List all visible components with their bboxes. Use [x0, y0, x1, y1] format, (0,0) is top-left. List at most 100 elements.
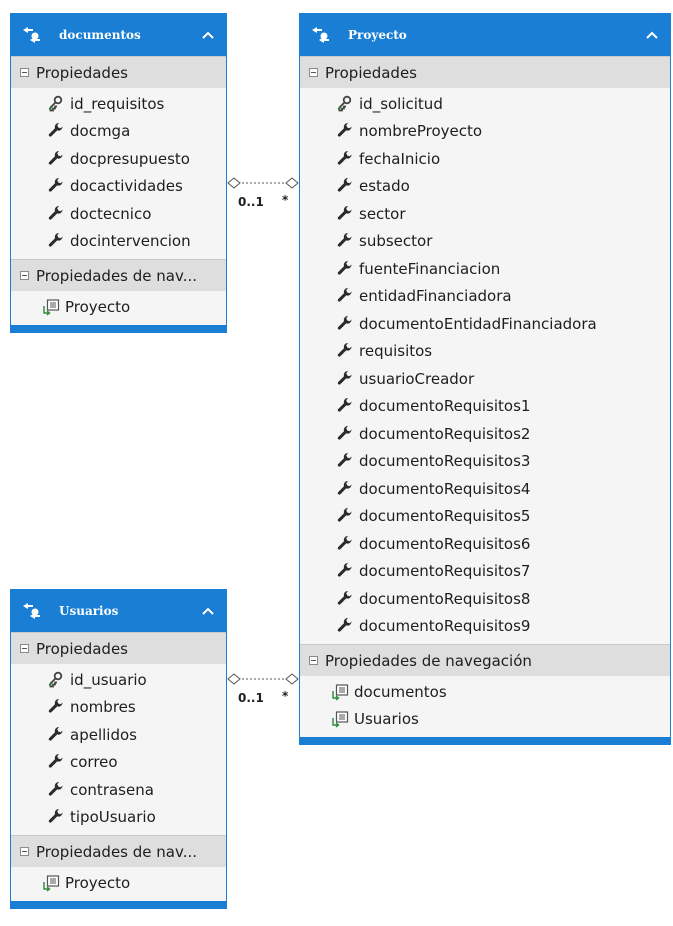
wrench-icon [336, 425, 354, 443]
collapse-toggle-icon[interactable] [20, 68, 29, 77]
wrench-icon [336, 397, 354, 415]
property-row[interactable]: documentoRequisitos8 [300, 585, 670, 613]
property-name: correo [70, 753, 118, 772]
property-name: tipoUsuario [70, 808, 156, 827]
entity-proyecto[interactable]: Proyecto Propiedades id_solicitud nombrePro… [299, 13, 671, 745]
wrench-icon [47, 232, 65, 250]
property-row[interactable]: estado [300, 173, 670, 201]
property-row[interactable]: apellidos [11, 721, 226, 749]
entity-header[interactable]: Usuarios [11, 590, 226, 632]
navigation-property-icon [331, 683, 349, 701]
entity-documentos[interactable]: documentos Propiedades id_requisitosdocmga… [10, 13, 227, 333]
property-name: requisitos [359, 342, 433, 361]
property-row[interactable]: entidadFinanciadora [300, 283, 670, 311]
multiplicity-label: * [282, 193, 289, 207]
property-name: docmga [70, 122, 131, 141]
property-row[interactable]: documentoRequisitos5 [300, 503, 670, 531]
property-name: fechaInicio [359, 149, 441, 168]
association-documentos-proyecto [227, 177, 299, 189]
navigation-properties-header[interactable]: Propiedades de nav... [11, 259, 226, 291]
property-name: documentoRequisitos7 [359, 562, 531, 581]
chevron-up-icon[interactable] [200, 27, 216, 43]
property-row[interactable]: documentoRequisitos4 [300, 475, 670, 503]
property-name: documentoRequisitos4 [359, 479, 531, 498]
property-name: fuenteFinanciacion [359, 259, 501, 278]
property-row[interactable]: documentoRequisitos3 [300, 448, 670, 476]
property-row[interactable]: id_requisitos [11, 90, 226, 118]
navigation-property-row[interactable]: documentos [300, 678, 670, 706]
entity-usuarios[interactable]: Usuarios Propiedades id_usuarionombres apel… [10, 589, 227, 909]
property-row[interactable]: docactividades [11, 173, 226, 201]
properties-header[interactable]: Propiedades [300, 56, 670, 88]
property-name: contrasena [70, 780, 154, 799]
property-name: Proyecto [65, 297, 131, 316]
navigation-property-row[interactable]: Proyecto [11, 869, 226, 897]
wrench-icon [336, 590, 354, 608]
property-name: entidadFinanciadora [359, 287, 512, 306]
properties-header[interactable]: Propiedades [11, 632, 226, 664]
property-row[interactable]: fuenteFinanciacion [300, 255, 670, 283]
collapse-toggle-icon[interactable] [20, 644, 29, 653]
property-row[interactable]: documentoRequisitos7 [300, 558, 670, 586]
navigation-property-list: Proyecto [11, 867, 226, 901]
property-row[interactable]: documentoEntidadFinanciadora [300, 310, 670, 338]
property-row[interactable]: docpresupuesto [11, 145, 226, 173]
property-row[interactable]: documentoRequisitos6 [300, 530, 670, 558]
property-row[interactable]: tipoUsuario [11, 804, 226, 832]
chevron-up-icon[interactable] [200, 603, 216, 619]
property-name: documentoRequisitos8 [359, 589, 531, 608]
section-label: Propiedades de navegación [325, 651, 532, 670]
wrench-icon [336, 507, 354, 525]
navigation-properties-header[interactable]: Propiedades de nav... [11, 835, 226, 867]
property-name: nombres [70, 698, 136, 717]
property-row[interactable]: doctecnico [11, 200, 226, 228]
entity-header[interactable]: Proyecto [300, 14, 670, 56]
collapse-toggle-icon[interactable] [309, 656, 318, 665]
navigation-property-icon [42, 298, 60, 316]
property-row[interactable]: id_solicitud [300, 90, 670, 118]
multiplicity-label: 0..1 [238, 691, 264, 705]
property-row[interactable]: nombres [11, 694, 226, 722]
property-row[interactable]: requisitos [300, 338, 670, 366]
property-row[interactable]: documentoRequisitos1 [300, 393, 670, 421]
navigation-properties-header[interactable]: Propiedades de navegación [300, 644, 670, 676]
property-row[interactable]: correo [11, 749, 226, 777]
property-row[interactable]: docmga [11, 118, 226, 146]
property-row[interactable]: nombreProyecto [300, 118, 670, 146]
property-name: docpresupuesto [70, 149, 190, 168]
wrench-icon [47, 122, 65, 140]
property-name: documentoRequisitos9 [359, 617, 531, 636]
entity-icon [310, 25, 334, 45]
wrench-icon [336, 342, 354, 360]
property-name: documentoRequisitos5 [359, 507, 531, 526]
navigation-property-row[interactable]: Proyecto [11, 293, 226, 321]
property-row[interactable]: subsector [300, 228, 670, 256]
collapse-toggle-icon[interactable] [20, 271, 29, 280]
collapse-toggle-icon[interactable] [309, 68, 318, 77]
property-row[interactable]: id_usuario [11, 666, 226, 694]
multiplicity-label: 0..1 [238, 195, 264, 209]
property-row[interactable]: docintervencion [11, 228, 226, 256]
wrench-icon [336, 205, 354, 223]
properties-header[interactable]: Propiedades [11, 56, 226, 88]
property-row[interactable]: documentoRequisitos2 [300, 420, 670, 448]
wrench-icon [336, 150, 354, 168]
property-row[interactable]: usuarioCreador [300, 365, 670, 393]
wrench-icon [336, 480, 354, 498]
property-name: docintervencion [70, 232, 191, 251]
property-row[interactable]: documentoRequisitos9 [300, 613, 670, 641]
entity-title: Usuarios [59, 604, 119, 618]
property-row[interactable]: contrasena [11, 776, 226, 804]
property-row[interactable]: fechaInicio [300, 145, 670, 173]
property-name: documentoRequisitos3 [359, 452, 531, 471]
chevron-up-icon[interactable] [644, 27, 660, 43]
association-end-diamond [285, 177, 299, 189]
property-name: nombreProyecto [359, 122, 483, 141]
navigation-property-row[interactable]: Usuarios [300, 706, 670, 734]
entity-header[interactable]: documentos [11, 14, 226, 56]
property-list: id_solicitud nombreProyecto fechaInicio est… [300, 88, 670, 644]
property-list: id_requisitosdocmga docpresupuesto docacti… [11, 88, 226, 259]
property-row[interactable]: sector [300, 200, 670, 228]
entity-title: Proyecto [348, 28, 407, 42]
collapse-toggle-icon[interactable] [20, 847, 29, 856]
